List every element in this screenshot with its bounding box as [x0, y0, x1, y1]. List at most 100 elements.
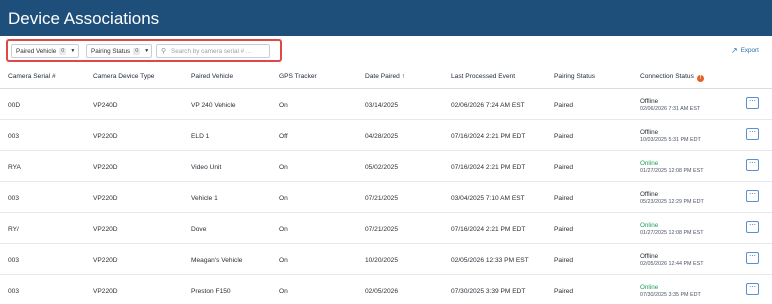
chevron-down-icon: ▼	[144, 48, 150, 54]
info-icon[interactable]: !	[696, 75, 704, 82]
camera-serial-cell: RY/	[8, 226, 19, 233]
column-header-connection-status[interactable]: Connection Status!	[640, 73, 704, 82]
more-horizontal-icon[interactable]: ⋯	[746, 97, 759, 109]
date-paired-cell: 04/28/2025	[365, 133, 399, 140]
connection-status-cell: Online 01/27/2025 12:08 PM EST	[640, 222, 704, 237]
page-header: Device Associations	[0, 0, 772, 36]
gps-tracker-cell: Off	[279, 133, 288, 140]
device-type-cell: VP240D	[93, 102, 118, 109]
search-placeholder: Search by camera serial # ...	[171, 47, 252, 55]
device-type-cell: VP220D	[93, 288, 118, 295]
last-event-cell: 07/16/2024 2:21 PM EDT	[451, 226, 526, 233]
pairing-status-filter[interactable]: Pairing Status 0 ▼	[86, 44, 152, 58]
pairing-status-cell: Paired	[554, 257, 574, 264]
camera-serial-cell: RYA	[8, 164, 21, 171]
last-event-cell: 07/16/2024 2:21 PM EDT	[451, 133, 526, 140]
table-row[interactable]: 003 VP220D Vehicle 1 On 07/21/2025 03/04/2025…	[0, 182, 772, 213]
connection-status-cell: Online 01/27/2025 12:08 PM EST	[640, 160, 704, 175]
camera-serial-cell: 003	[8, 257, 20, 264]
connection-status-cell: Offline 05/23/2025 12:29 PM EDT	[640, 191, 704, 206]
sort-ascending-icon: ↑	[401, 73, 405, 80]
device-type-cell: VP220D	[93, 226, 118, 233]
connection-status-time: 07/30/2025 3:35 PM EDT	[640, 292, 701, 298]
camera-serial-cell: 003	[8, 195, 20, 202]
more-horizontal-icon[interactable]: ⋯	[746, 190, 759, 202]
paired-vehicle-filter-count: 0	[59, 47, 67, 55]
column-header-pairing-status[interactable]: Pairing Status	[554, 73, 595, 80]
search-icon: ⚲	[161, 48, 167, 55]
last-event-cell: 07/30/2025 3:39 PM EDT	[451, 288, 526, 295]
connection-status-time: 01/27/2025 12:08 PM EST	[640, 168, 704, 174]
more-horizontal-icon[interactable]: ⋯	[746, 283, 759, 295]
export-button[interactable]: ↗ Export	[731, 46, 759, 55]
connection-status-cell: Offline 02/05/2026 12:44 PM EST	[640, 253, 704, 268]
column-header-date-paired[interactable]: Date Paired ↑	[365, 73, 405, 80]
paired-vehicle-cell: Video Unit	[191, 164, 222, 171]
connection-status-cell: Offline 02/06/2026 7:31 AM EST	[640, 98, 700, 113]
table-header: Camera Serial # Camera Device Type Paire…	[0, 66, 772, 89]
table-row[interactable]: 003 VP220D Preston F150 On 02/05/2026 07/30/2…	[0, 275, 772, 304]
column-header-gps-tracker[interactable]: GPS Tracker	[279, 73, 317, 80]
paired-vehicle-cell: VP 240 Vehicle	[191, 102, 236, 109]
table-row[interactable]: RY/VP220D Dove On 07/21/2025 07/16/2024 2:21…	[0, 213, 772, 244]
more-horizontal-icon[interactable]: ⋯	[746, 221, 759, 233]
gps-tracker-cell: On	[279, 288, 288, 295]
gps-tracker-cell: On	[279, 102, 288, 109]
date-paired-cell: 10/20/2025	[365, 257, 399, 264]
more-horizontal-icon[interactable]: ⋯	[746, 128, 759, 140]
pairing-status-filter-label: Pairing Status	[91, 47, 131, 55]
connection-status-cell: Online 07/30/2025 3:35 PM EDT	[640, 284, 701, 299]
connection-status-time: 10/03/2025 5:31 PM EDT	[640, 137, 701, 143]
table-row[interactable]: 00D VP240D VP 240 Vehicle On 03/14/2025 02/06…	[0, 89, 772, 120]
camera-serial-cell: 00D	[8, 102, 21, 109]
connection-status-time: 02/05/2026 12:44 PM EST	[640, 261, 704, 267]
gps-tracker-cell: On	[279, 164, 288, 171]
export-icon: ↗	[731, 46, 738, 55]
date-paired-label: Date Paired	[365, 73, 400, 80]
connection-status-time: 01/27/2025 12:08 PM EST	[640, 230, 704, 236]
more-horizontal-icon[interactable]: ⋯	[746, 252, 759, 264]
last-event-cell: 02/05/2026 12:33 PM EST	[451, 257, 529, 264]
chevron-down-icon: ▼	[70, 48, 76, 54]
connection-status-cell: Offline 10/03/2025 5:31 PM EDT	[640, 129, 701, 144]
column-header-device-type[interactable]: Camera Device Type	[93, 73, 154, 80]
connection-status-text: Offline	[640, 253, 659, 260]
date-paired-cell: 05/02/2025	[365, 164, 399, 171]
last-event-cell: 02/06/2026 7:24 AM EST	[451, 102, 525, 109]
connection-status-text: Online	[640, 284, 659, 291]
paired-vehicle-filter[interactable]: Paired Vehicle 0 ▼	[11, 44, 79, 58]
search-input[interactable]: ⚲ Search by camera serial # ...	[156, 44, 270, 58]
more-horizontal-icon[interactable]: ⋯	[746, 159, 759, 171]
pairing-status-cell: Paired	[554, 133, 574, 140]
gps-tracker-cell: On	[279, 257, 288, 264]
table-row[interactable]: RYA VP220D Video Unit On 05/02/2025 07/16/202…	[0, 151, 772, 182]
column-header-paired-vehicle[interactable]: Paired Vehicle	[191, 73, 233, 80]
device-type-cell: VP220D	[93, 257, 118, 264]
connection-status-time: 02/06/2026 7:31 AM EST	[640, 106, 701, 112]
pairing-status-cell: Paired	[554, 226, 574, 233]
last-event-cell: 07/16/2024 2:21 PM EDT	[451, 164, 526, 171]
page-title: Device Associations	[8, 9, 160, 28]
last-event-cell: 03/04/2025 7:10 AM EST	[451, 195, 525, 202]
paired-vehicle-cell: Preston F150	[191, 288, 231, 295]
camera-serial-cell: 003	[8, 133, 20, 140]
column-header-camera-serial[interactable]: Camera Serial #	[8, 73, 56, 80]
pairing-status-cell: Paired	[554, 288, 574, 295]
connection-status-text: Offline	[640, 129, 659, 136]
connection-status-text: Online	[640, 222, 659, 229]
table-row[interactable]: 003 VP220D Meagan's Vehicle On 10/20/2025 02/…	[0, 244, 772, 275]
export-label: Export	[740, 47, 759, 54]
paired-vehicle-filter-label: Paired Vehicle	[16, 47, 57, 55]
paired-vehicle-cell: Dove	[191, 226, 207, 233]
pairing-status-cell: Paired	[554, 102, 574, 109]
pairing-status-cell: Paired	[554, 195, 574, 202]
paired-vehicle-cell: ELD 1	[191, 133, 210, 140]
column-header-last-event[interactable]: Last Processed Event	[451, 73, 515, 80]
device-type-cell: VP220D	[93, 133, 118, 140]
paired-vehicle-cell: Vehicle 1	[191, 195, 218, 202]
connection-status-time: 05/23/2025 12:29 PM EDT	[640, 199, 704, 205]
connection-status-label: Connection Status	[640, 73, 694, 80]
camera-serial-cell: 003	[8, 288, 20, 295]
date-paired-cell: 07/21/2025	[365, 195, 399, 202]
table-row[interactable]: 003 VP220D ELD 1 Off 04/28/2025 07/16/2024 2:…	[0, 120, 772, 151]
